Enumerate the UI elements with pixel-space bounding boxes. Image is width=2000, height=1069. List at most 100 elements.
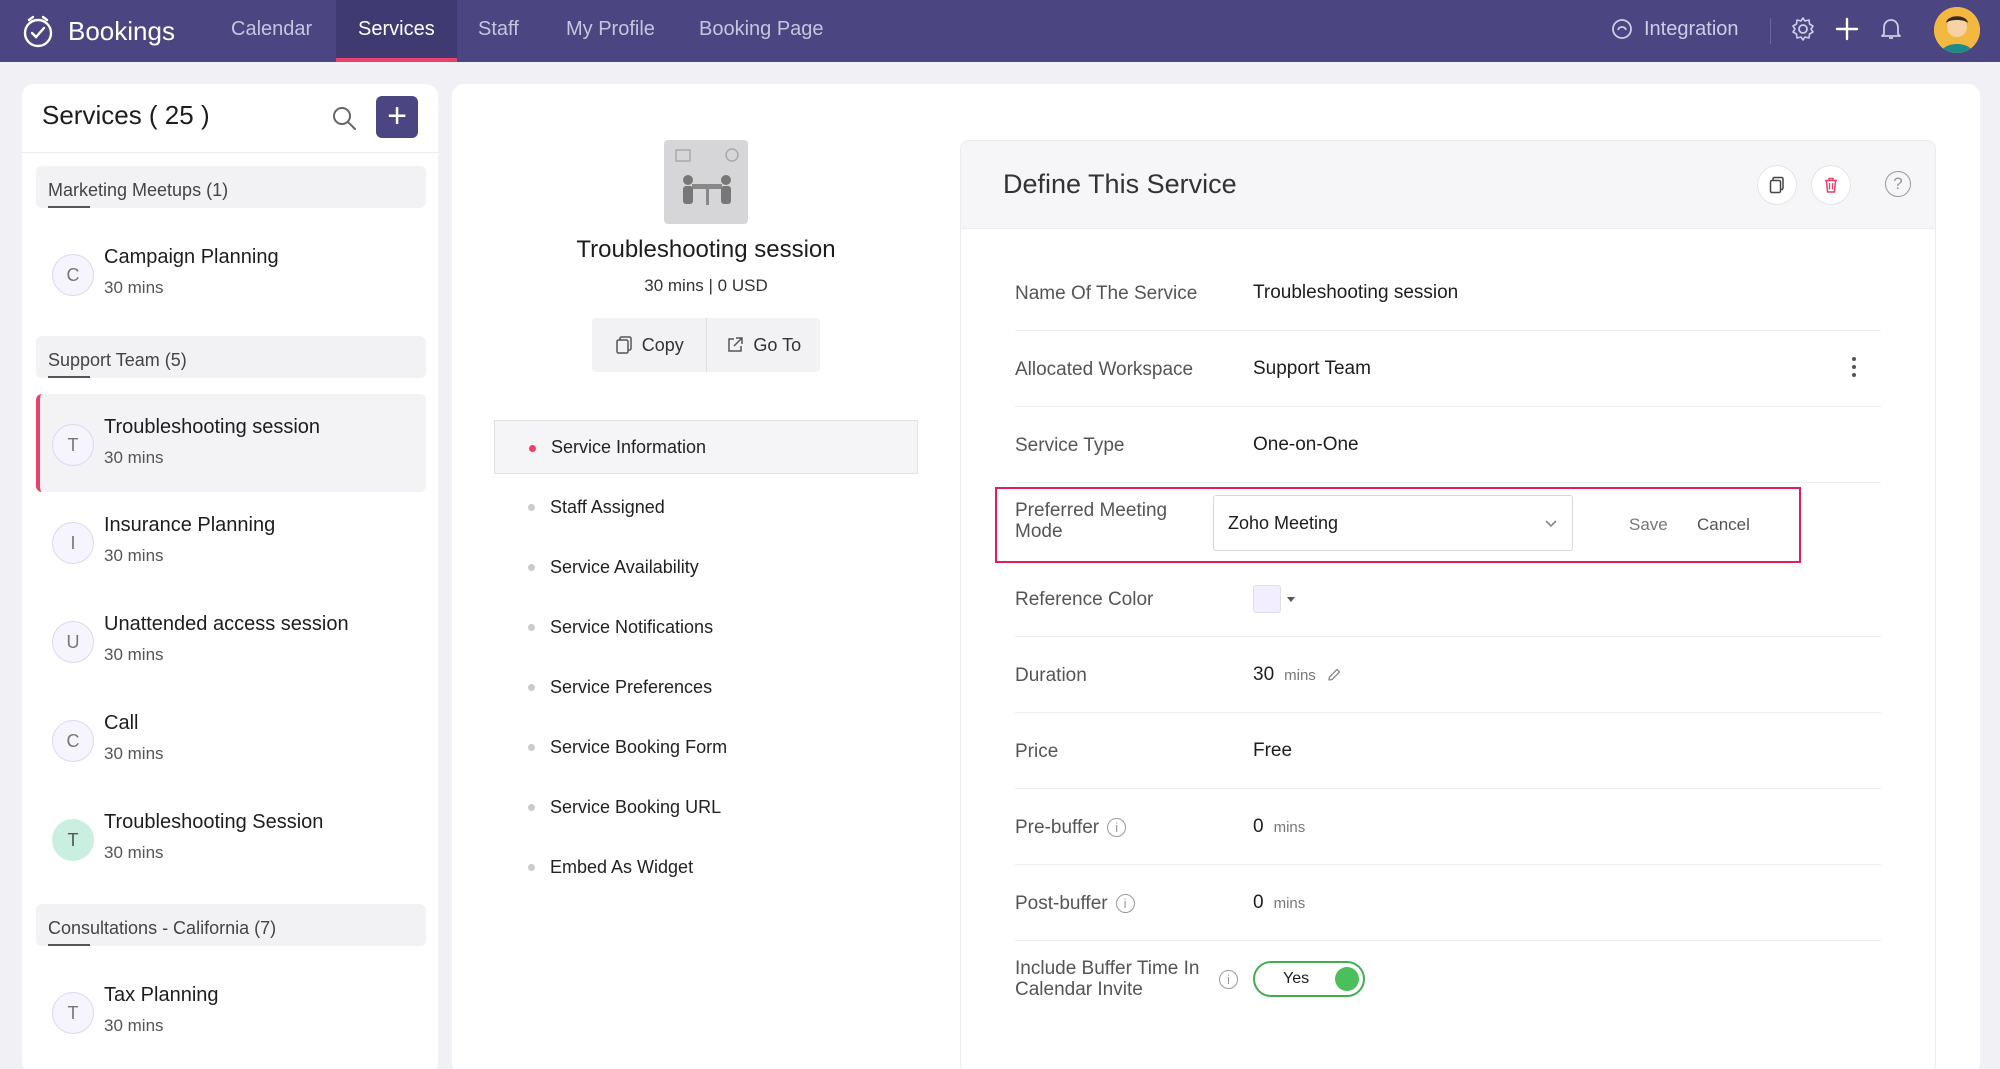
menu-dot <box>528 804 535 811</box>
delete-button[interactable] <box>1811 165 1851 205</box>
copy-button[interactable]: Copy <box>592 318 706 372</box>
duplicate-icon <box>1769 176 1784 194</box>
menu-item-service-booking-url[interactable]: Service Booking URL <box>494 780 918 834</box>
group-header-consultations-california[interactable]: Consultations - California (7) <box>36 904 426 946</box>
menu-label: Embed As Widget <box>550 856 694 877</box>
field-label: Price <box>1015 740 1059 762</box>
go-to-button[interactable]: Go To <box>705 318 821 372</box>
field-label: Service Type <box>1015 434 1125 456</box>
tab-services[interactable]: Services <box>336 0 457 62</box>
meeting-mode-select[interactable]: Zoho Meeting <box>1213 495 1573 551</box>
service-name-value[interactable]: Troubleshooting session <box>1253 255 1458 331</box>
duplicate-button[interactable] <box>1757 165 1797 205</box>
pre-buffer-label: Pre-buffer <box>1015 816 1100 838</box>
menu-item-service-preferences[interactable]: Service Preferences <box>494 660 918 714</box>
menu-label: Service Availability <box>550 556 699 577</box>
menu-item-service-booking-form[interactable]: Service Booking Form <box>494 720 918 774</box>
service-thumbnail[interactable] <box>664 140 748 224</box>
go-to-label: Go To <box>753 334 802 355</box>
copy-icon <box>615 336 632 354</box>
nav-divider <box>1770 18 1771 44</box>
external-link-icon <box>728 337 744 352</box>
edit-pencil-icon[interactable] <box>1326 667 1342 683</box>
service-duration: 30 mins <box>104 546 164 565</box>
integration-icon <box>1612 19 1632 39</box>
service-name: Insurance Planning <box>104 514 276 536</box>
field-row-name: Name Of The Service Troubleshooting sess… <box>1015 255 1881 331</box>
tab-my-profile[interactable]: My Profile <box>566 0 655 62</box>
post-buffer-value[interactable]: 0 mins <box>1253 865 1305 941</box>
define-title: Define This Service <box>1003 169 1237 199</box>
include-buffer-toggle[interactable]: Yes <box>1253 961 1365 997</box>
menu-item-staff-assigned[interactable]: Staff Assigned <box>494 480 918 534</box>
cancel-button[interactable]: Cancel <box>1697 515 1750 535</box>
service-name: Troubleshooting session <box>104 416 321 438</box>
menu-dot <box>529 445 536 452</box>
service-actions: Copy Go To <box>592 318 820 372</box>
menu-item-service-information[interactable]: Service Information <box>494 420 918 474</box>
service-duration: 30 mins <box>104 448 164 467</box>
field-label: Pre-buffer i <box>1015 789 1127 865</box>
post-buffer-unit: mins <box>1273 894 1306 912</box>
save-button[interactable]: Save <box>1629 515 1668 535</box>
help-icon[interactable]: ? <box>1885 171 1911 197</box>
group-header-marketing-meetups[interactable]: Marketing Meetups (1) <box>36 166 426 208</box>
workspace-value[interactable]: Support Team <box>1253 331 1371 407</box>
menu-label: Service Preferences <box>550 676 713 697</box>
service-name: Campaign Planning <box>104 246 279 268</box>
service-duration: 30 mins <box>104 1016 164 1035</box>
include-buffer-value: Yes <box>1253 941 1365 1017</box>
include-buffer-label: Include Buffer Time In Calendar Invite <box>1015 958 1200 1000</box>
color-picker[interactable] <box>1253 561 1295 637</box>
service-duration: 30 mins <box>104 278 164 297</box>
brand[interactable]: Bookings <box>20 12 175 50</box>
menu-dot <box>528 504 535 511</box>
post-buffer-label: Post-buffer <box>1015 892 1108 914</box>
menu-item-embed-as-widget[interactable]: Embed As Widget <box>494 840 918 894</box>
info-icon[interactable]: i <box>1219 969 1238 989</box>
service-initial-avatar: T <box>52 992 94 1034</box>
more-options-icon[interactable] <box>1851 357 1857 381</box>
field-label: Name Of The Service <box>1015 282 1198 304</box>
search-icon[interactable] <box>330 104 358 132</box>
field-row-reference-color: Reference Color <box>1015 561 1881 637</box>
integration-link[interactable]: Integration <box>1610 0 1739 58</box>
service-type-value[interactable]: One-on-One <box>1253 407 1359 483</box>
menu-item-service-availability[interactable]: Service Availability <box>494 540 918 594</box>
service-item-troubleshooting-session-2[interactable]: T Troubleshooting Session 30 mins <box>36 789 426 887</box>
menu-dot <box>528 744 535 751</box>
field-row-price: Price Free <box>1015 713 1881 789</box>
trash-icon <box>1825 177 1837 193</box>
group-name: Support Team (5) <box>48 350 187 370</box>
group-name: Marketing Meetups (1) <box>48 180 229 200</box>
service-title: Troubleshooting session <box>576 236 836 263</box>
bell-icon[interactable] <box>1878 16 1904 42</box>
toggle-label: Yes <box>1283 970 1310 987</box>
service-item-tax-planning[interactable]: T Tax Planning 30 mins <box>36 962 426 1060</box>
service-item-unattended-access-session[interactable]: U Unattended access session 30 mins <box>36 591 426 689</box>
gear-icon[interactable] <box>1790 16 1816 42</box>
service-item-troubleshooting-session[interactable]: T Troubleshooting session 30 mins <box>36 394 426 492</box>
info-icon[interactable]: i <box>1115 893 1135 913</box>
service-item-insurance-planning[interactable]: I Insurance Planning 30 mins <box>36 492 426 590</box>
tab-staff[interactable]: Staff <box>478 0 519 62</box>
service-item-campaign-planning[interactable]: C Campaign Planning 30 mins <box>36 224 426 322</box>
service-item-call[interactable]: C Call 30 mins <box>36 690 426 788</box>
user-avatar[interactable] <box>1934 7 1980 53</box>
toggle-knob <box>1335 967 1359 991</box>
price-value[interactable]: Free <box>1253 713 1292 789</box>
menu-item-service-notifications[interactable]: Service Notifications <box>494 600 918 654</box>
field-row-post-buffer: Post-buffer i 0 mins <box>1015 865 1881 941</box>
add-icon[interactable] <box>1834 16 1860 42</box>
info-icon[interactable]: i <box>1107 817 1127 837</box>
group-name: Consultations - California (7) <box>48 918 277 938</box>
menu-label: Service Notifications <box>550 616 714 637</box>
post-buffer-number: 0 <box>1253 892 1264 913</box>
tab-calendar[interactable]: Calendar <box>231 0 312 62</box>
tab-booking-page[interactable]: Booking Page <box>699 0 824 62</box>
pre-buffer-value[interactable]: 0 mins <box>1253 789 1305 865</box>
pre-buffer-unit: mins <box>1273 818 1306 836</box>
add-service-button[interactable]: + <box>376 96 418 138</box>
duration-unit: mins <box>1284 666 1316 684</box>
group-header-support-team[interactable]: Support Team (5) <box>36 336 426 378</box>
